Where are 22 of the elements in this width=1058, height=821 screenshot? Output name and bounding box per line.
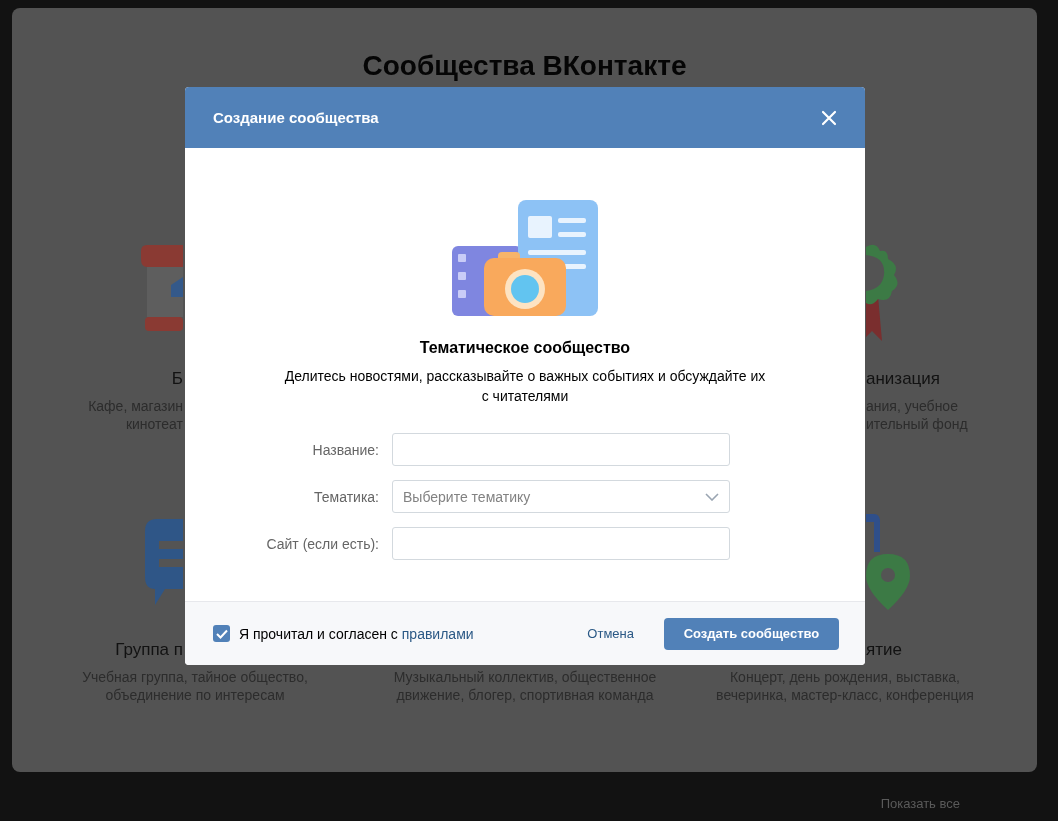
community-type-description: Делитесь новостями, рассказывайте о важных событиях и обсуждайте их с читателями xyxy=(283,367,767,406)
agree-checkbox[interactable] xyxy=(213,625,230,642)
field-label: Название: xyxy=(311,441,379,458)
input-field[interactable] xyxy=(392,527,730,560)
field-label: Тематика: xyxy=(313,488,379,505)
card-title: Б xyxy=(171,368,183,390)
card-title: ятие xyxy=(866,639,902,661)
card-title: анизация xyxy=(866,368,941,390)
topic-dropdown[interactable]: Выберите тематику xyxy=(392,480,730,513)
rules-link[interactable]: правилами xyxy=(401,625,474,642)
community-type-heading: Тематическое сообщество xyxy=(419,338,631,358)
card-title: Группа п xyxy=(115,639,183,661)
input-field[interactable] xyxy=(392,433,730,466)
field-label: Сайт (если есть): xyxy=(265,535,379,552)
cancel-link[interactable]: Отмена xyxy=(587,626,634,641)
close-icon[interactable] xyxy=(821,109,837,126)
create-community-button[interactable]: Создать сообщество xyxy=(664,617,839,650)
page-heading: Сообщества ВКонтакте xyxy=(361,49,688,83)
dialog-title: Создание сообщества xyxy=(213,109,379,126)
chevron-down-icon xyxy=(705,492,719,501)
agreement-text: Я прочитал и согласен с правилами xyxy=(239,625,474,642)
show-all-link[interactable]: Показать все xyxy=(880,796,960,811)
